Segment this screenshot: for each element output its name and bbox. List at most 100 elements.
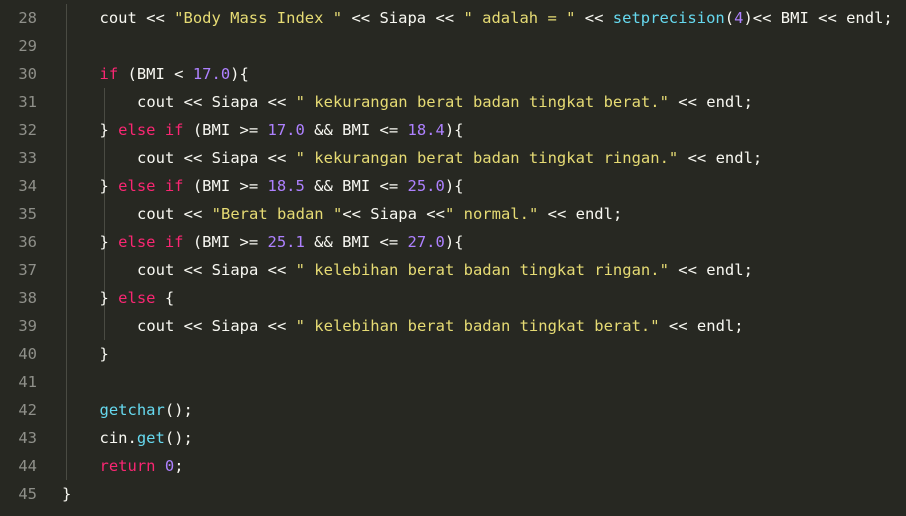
- code-token: setprecision: [612, 9, 725, 27]
- code-token: (BMI >=: [183, 177, 268, 195]
- code-line[interactable]: 32} else if (BMI >= 17.0 && BMI <= 18.4)…: [0, 116, 906, 144]
- code-token: (BMI >=: [183, 233, 268, 251]
- code-token: }: [99, 289, 119, 307]
- code-token: 18.4: [407, 121, 445, 139]
- code-text: cout << "Body Mass Index " << Siapa << "…: [100, 4, 893, 32]
- code-line[interactable]: 45}: [0, 480, 906, 508]
- code-token: 0: [164, 457, 175, 475]
- code-token: cout << Siapa <<: [137, 317, 296, 335]
- code-token: (BMI <: [118, 65, 193, 83]
- code-token: cout << Siapa <<: [137, 93, 296, 111]
- code-line[interactable]: 41: [0, 368, 906, 396]
- code-token: && BMI <=: [304, 233, 408, 251]
- code-line[interactable]: 42 getchar();: [0, 396, 906, 424]
- code-line[interactable]: 40}: [0, 340, 906, 368]
- code-token: (BMI >=: [183, 121, 268, 139]
- code-text: cout << Siapa << " kekurangan berat bada…: [137, 88, 753, 116]
- line-number: 40: [18, 345, 37, 363]
- code-token: }: [99, 121, 119, 139]
- code-line[interactable]: 29: [0, 32, 906, 60]
- line-number: 39: [18, 317, 37, 335]
- line-number: 35: [18, 205, 37, 223]
- code-token: " kelebihan berat badan tingkat berat.": [295, 317, 660, 335]
- code-token: else if: [118, 233, 184, 251]
- code-token: 17.0: [192, 65, 231, 83]
- code-text: getchar();: [100, 396, 193, 424]
- code-token: ){: [230, 65, 249, 83]
- code-token: cin.: [99, 429, 137, 447]
- code-token: return: [99, 457, 156, 475]
- code-token: 17.0: [267, 121, 305, 139]
- code-text: cout << Siapa << " kekurangan berat bada…: [137, 144, 762, 172]
- code-token: (: [724, 9, 735, 27]
- code-token: cout << Siapa <<: [137, 149, 296, 167]
- code-line[interactable]: 39 cout << Siapa << " kelebihan berat bad…: [0, 312, 906, 340]
- code-token: " normal.": [444, 205, 539, 223]
- code-text: cout << Siapa << " kelebihan berat badan…: [137, 256, 753, 284]
- code-token: 18.5: [267, 177, 305, 195]
- code-token: && BMI <=: [304, 121, 408, 139]
- code-text: } else if (BMI >= 18.5 && BMI <= 25.0){: [100, 172, 464, 200]
- code-token: 25.1: [267, 233, 305, 251]
- code-line[interactable]: 31 cout << Siapa << " kekurangan berat ba…: [0, 88, 906, 116]
- code-line[interactable]: 37 cout << Siapa << " kelebihan berat bad…: [0, 256, 906, 284]
- line-number: 30: [18, 65, 37, 83]
- code-text: if (BMI < 17.0){: [100, 60, 249, 88]
- code-token: ){: [444, 177, 464, 195]
- code-token: cout << Siapa <<: [137, 261, 296, 279]
- code-token: ;: [174, 457, 184, 475]
- code-token: && BMI <=: [304, 177, 408, 195]
- line-number: 41: [18, 373, 37, 391]
- code-token: ){: [444, 233, 464, 251]
- code-token: }: [62, 485, 72, 503]
- code-token: else: [118, 289, 156, 307]
- code-line[interactable]: 44 return 0;: [0, 452, 906, 480]
- code-text: cout << "Berat badan "<< Siapa <<" norma…: [137, 200, 622, 228]
- code-token: else if: [118, 121, 184, 139]
- code-line[interactable]: 38 } else {: [0, 284, 906, 312]
- code-text: cin.get();: [100, 424, 193, 452]
- code-line[interactable]: 43 cin.get();: [0, 424, 906, 452]
- code-token: << Siapa <<: [342, 205, 445, 223]
- code-token: cout <<: [137, 205, 212, 223]
- code-token: << endl;: [678, 149, 763, 167]
- code-line[interactable]: 28 cout << "Body Mass Index " << Siapa <<…: [0, 4, 906, 32]
- code-token: ();: [164, 429, 193, 447]
- code-editor[interactable]: 28 cout << "Body Mass Index " << Siapa <<…: [0, 0, 906, 516]
- code-token: << Siapa <<: [342, 9, 464, 27]
- line-number: 31: [18, 93, 37, 111]
- code-token: ();: [164, 401, 193, 419]
- code-token: << endl;: [668, 93, 753, 111]
- code-token: << endl;: [659, 317, 744, 335]
- line-number: 38: [18, 289, 37, 307]
- code-line[interactable]: 36 } else if (BMI >= 25.1 && BMI <= 27.0)…: [0, 228, 906, 256]
- line-number: 32: [18, 121, 37, 139]
- code-text: } else if (BMI >= 25.1 && BMI <= 27.0){: [100, 228, 464, 256]
- code-token: else if: [118, 177, 184, 195]
- line-number: 29: [18, 37, 37, 55]
- line-number: 34: [18, 177, 37, 195]
- code-token: ){: [444, 121, 464, 139]
- code-token: getchar: [99, 401, 165, 419]
- code-token: " kelebihan berat badan tingkat ringan.": [295, 261, 669, 279]
- line-number: 36: [18, 233, 37, 251]
- code-token: }: [99, 345, 109, 363]
- code-line[interactable]: 35 cout << "Berat badan "<< Siapa <<" nor…: [0, 200, 906, 228]
- code-line[interactable]: 30 if (BMI < 17.0){: [0, 60, 906, 88]
- code-text: }: [100, 340, 109, 368]
- code-token: <<: [575, 9, 613, 27]
- line-number: 42: [18, 401, 37, 419]
- code-text: }: [62, 480, 71, 508]
- code-text: return 0;: [100, 452, 184, 480]
- code-token: )<< BMI << endl;: [743, 9, 893, 27]
- line-number: 33: [18, 149, 37, 167]
- code-line[interactable]: 34 } else if (BMI >= 18.5 && BMI <= 25.0)…: [0, 172, 906, 200]
- code-line[interactable]: 33 cout << Siapa << " kekurangan berat ba…: [0, 144, 906, 172]
- code-token: }: [99, 177, 119, 195]
- code-token: "Berat badan ": [211, 205, 343, 223]
- code-token: 27.0: [407, 233, 445, 251]
- code-text: } else {: [100, 284, 175, 312]
- code-token: cout <<: [99, 9, 175, 27]
- code-text: cout << Siapa << " kelebihan berat badan…: [137, 312, 744, 340]
